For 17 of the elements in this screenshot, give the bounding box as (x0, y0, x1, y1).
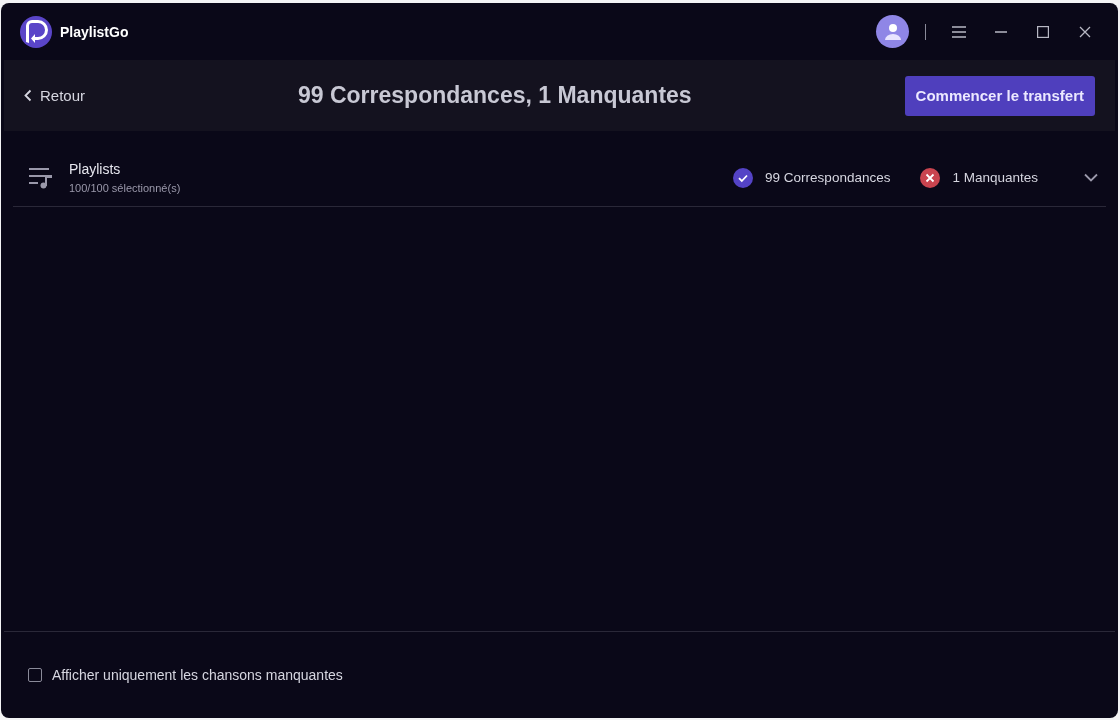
checkbox-label[interactable]: Afficher uniquement les chansons manquantes (52, 667, 343, 683)
chevron-icon[interactable] (1084, 173, 1098, 182)
chevron-left-icon (24, 89, 32, 102)
start-transfer-button[interactable]: Commencer le transfert (904, 75, 1095, 116)
selection-count: 100/100 sélectionné(s) (69, 182, 181, 194)
back-button[interactable]: Retour (24, 87, 86, 104)
check-icon (733, 167, 754, 188)
match-count: 99 Correspondances (765, 170, 891, 185)
app-logo (20, 15, 52, 48)
missing-count: 1 Manquantes (952, 170, 1038, 185)
user-avatar[interactable] (876, 15, 909, 48)
page-title: 99 Correspondances, 1 Manquantes (296, 82, 693, 109)
playlist-icon (29, 166, 55, 189)
app-name: PlaylistGo (60, 23, 129, 40)
checkbox[interactable] (28, 668, 42, 682)
group-title: Playlists (69, 161, 122, 177)
error-icon (920, 167, 941, 188)
